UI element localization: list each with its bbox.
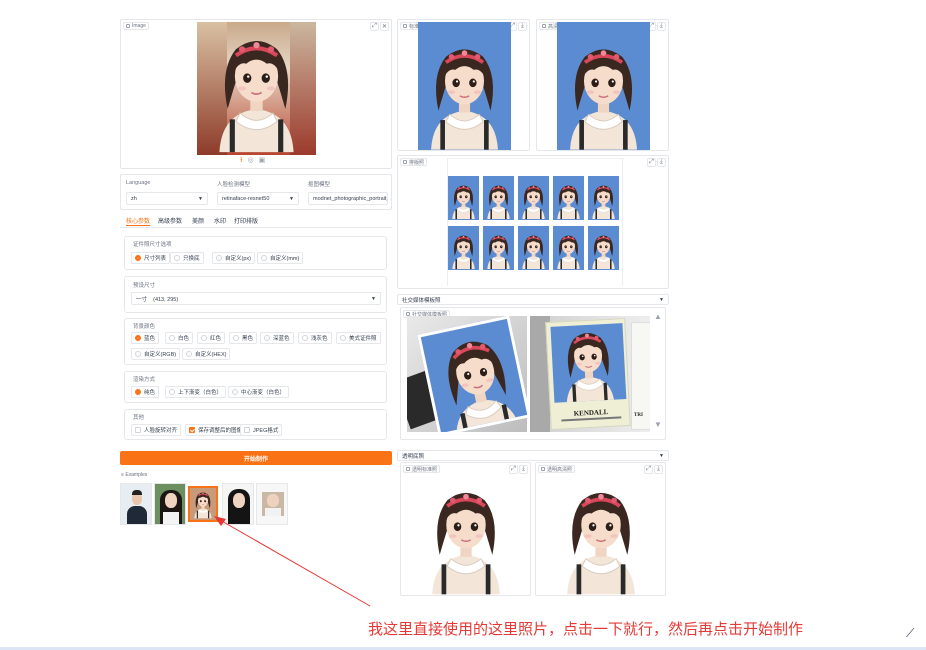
annotation-text: 我这里直接使用的这里照片，点击一下就行，然后再点击开始制作: [368, 621, 804, 638]
resize-grip-icon: ⟋: [906, 626, 915, 640]
annotation-arrow: [214, 516, 371, 607]
